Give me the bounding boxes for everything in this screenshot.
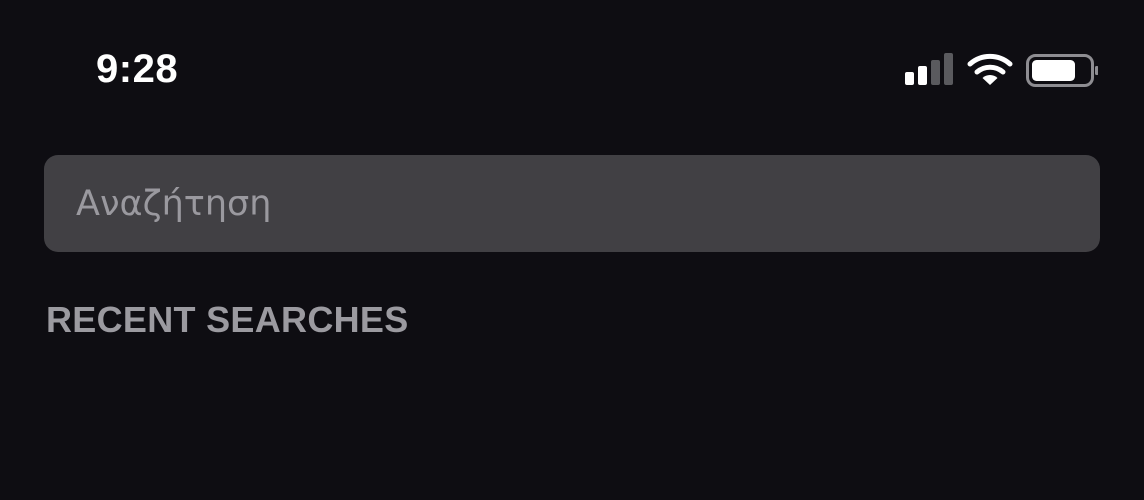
recent-searches-header: RECENT SEARCHES xyxy=(46,299,409,340)
status-bar: 9:28 xyxy=(0,0,1144,130)
status-time: 9:28 xyxy=(96,47,179,91)
cellular-signal-icon xyxy=(905,53,953,85)
search-input[interactable] xyxy=(44,155,1100,252)
search-screen: 9:28 Αναζήτηση RECENT SEARCHES xyxy=(0,0,1144,500)
battery-icon xyxy=(1026,54,1098,87)
search-field[interactable] xyxy=(44,155,1100,252)
wifi-icon xyxy=(967,53,1013,85)
status-icons xyxy=(902,50,1098,90)
